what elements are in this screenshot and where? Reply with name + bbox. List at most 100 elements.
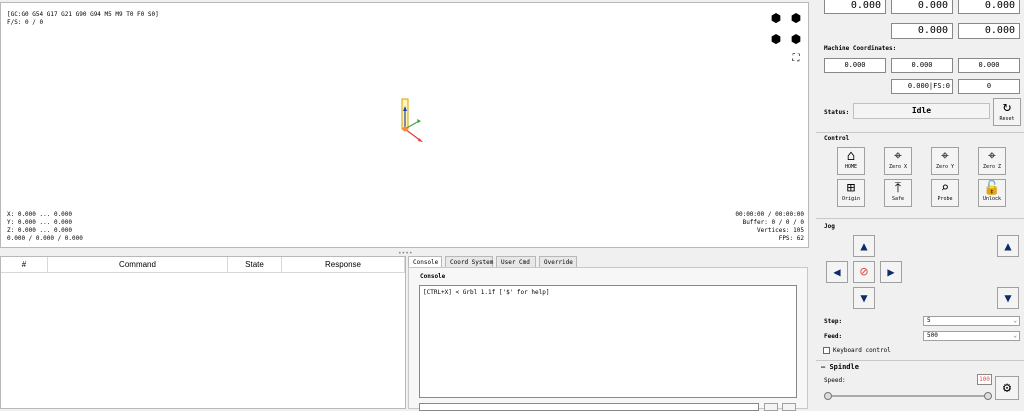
fs-label: FS:0 xyxy=(933,82,950,90)
step-select[interactable]: 5 ⌄ xyxy=(923,316,1020,326)
probe-button[interactable]: ⌕ Probe xyxy=(931,179,959,207)
y-range: Y: 0.000 ... 0.000 xyxy=(7,219,73,226)
tab-override[interactable]: Override xyxy=(539,256,577,267)
view-front-icon[interactable]: ⬢ xyxy=(789,11,803,25)
chevron-left-icon: ◀ xyxy=(833,265,841,279)
col-command[interactable]: Command xyxy=(48,257,228,273)
x-range: X: 0.000 ... 0.000 xyxy=(7,211,73,218)
machine-fs-field: 0.000|FS:0 xyxy=(891,79,953,94)
view-left-icon[interactable]: ⬢ xyxy=(769,32,783,46)
visualizer-status-text: [GC:G0 G54 G17 G21 G90 G94 M5 M9 T0 F0 S… xyxy=(7,11,159,27)
jog-y-minus-button[interactable]: ▼ xyxy=(853,287,875,309)
dropdown-arrow-icon: ⌄ xyxy=(1013,332,1017,339)
machine-coords-label: Machine Coordinates: xyxy=(824,45,897,52)
fps-line: FPS: 62 xyxy=(778,235,804,242)
unlock-icon: 🔓 xyxy=(983,180,1001,196)
unlock-button[interactable]: 🔓 Unlock xyxy=(978,179,1006,207)
gear-icon: ⚙ xyxy=(1002,380,1012,396)
fs-line: F/S: 0 / 0 xyxy=(7,19,44,26)
col-response[interactable]: Response xyxy=(282,257,405,273)
speed-value[interactable]: 100 xyxy=(977,374,992,385)
jog-title: Jog xyxy=(824,223,835,230)
splitter-handle[interactable]: •••• xyxy=(0,248,809,257)
tab-coord-system[interactable]: Coord System xyxy=(445,256,493,267)
step-value: 5 xyxy=(927,317,931,324)
size-line: 0.000 / 0.000 / 0.000 xyxy=(7,235,83,242)
vertices-line: Vertices: 105 xyxy=(757,227,804,234)
jog-stop-button[interactable]: ⊘ xyxy=(853,261,875,283)
jog-y-plus-button[interactable]: ▲ xyxy=(853,235,875,257)
col-number[interactable]: # xyxy=(1,257,48,273)
fs-value: 0.000 xyxy=(907,82,929,90)
origin-button[interactable]: ⊞ Origin xyxy=(837,179,865,207)
view-iso-icon[interactable]: ⬢ xyxy=(789,32,803,46)
control-title: Control xyxy=(824,135,850,142)
dropdown-arrow-icon: ⌄ xyxy=(1013,317,1017,324)
spindle-title: — Spindle xyxy=(821,363,859,371)
jog-z-plus-button[interactable]: ▲ xyxy=(997,235,1019,257)
stop-icon: ⊘ xyxy=(859,264,869,280)
speed-slider-track[interactable] xyxy=(826,395,992,397)
work-a-field[interactable]: 0.000 xyxy=(891,23,953,39)
chevron-right-icon: ▶ xyxy=(887,265,895,279)
safe-icon: ⤒ xyxy=(894,180,902,196)
tab-console[interactable]: Console xyxy=(408,256,442,267)
keyboard-control-checkbox[interactable] xyxy=(823,347,830,354)
probe-icon: ⌕ xyxy=(940,180,950,196)
visualizer-stats: 00:00:00 / 00:00:00 Buffer: 0 / 0 / 0 Ve… xyxy=(735,211,804,243)
program-table[interactable]: # Command State Response xyxy=(0,256,406,409)
status-label: Status: xyxy=(824,109,850,116)
speed-slider-handle[interactable] xyxy=(984,392,992,400)
z-range: Z: 0.000 ... 0.000 xyxy=(7,227,73,234)
chevron-down-icon: ▼ xyxy=(860,291,868,305)
gcode-visualizer[interactable]: [GC:G0 G54 G17 G21 G90 G94 M5 M9 T0 F0 S… xyxy=(0,2,809,248)
visualizer-bounds: X: 0.000 ... 0.000 Y: 0.000 ... 0.000 Z:… xyxy=(7,211,83,243)
feed-value: 500 xyxy=(927,332,938,339)
speed-label: Speed: xyxy=(824,377,846,384)
control-divider xyxy=(816,132,1024,133)
safe-button[interactable]: ⤒ Safe xyxy=(884,179,912,207)
spindle-toggle-button[interactable]: ⚙ xyxy=(995,376,1019,400)
fit-view-icon[interactable]: ⛶ xyxy=(789,52,803,66)
home-button[interactable]: ⌂ HOME xyxy=(837,147,865,175)
step-label: Step: xyxy=(824,318,843,325)
machine-z-field: 0.000 xyxy=(958,58,1020,73)
jog-x-minus-button[interactable]: ◀ xyxy=(826,261,848,283)
work-z-field[interactable]: 0.000 xyxy=(958,0,1020,14)
command-input[interactable] xyxy=(419,403,759,411)
tool-axes-icon xyxy=(401,98,423,142)
feed-label: Feed: xyxy=(824,333,843,340)
zero-x-button[interactable]: ⌖ Zero X xyxy=(884,147,912,175)
reset-button[interactable]: ↻ Reset xyxy=(993,98,1021,126)
zero-x-icon: ⌖ xyxy=(894,148,902,164)
home-icon: ⌂ xyxy=(846,148,856,164)
send-command-button[interactable] xyxy=(782,403,796,411)
chevron-up-icon: ▲ xyxy=(860,239,868,253)
view-top-icon[interactable]: ⬢ xyxy=(769,11,783,25)
origin-icon: ⊞ xyxy=(846,180,856,196)
col-state[interactable]: State xyxy=(228,257,282,273)
right-panel: 0.000 0.000 0.000 0.000 0.000 Machine Co… xyxy=(816,0,1024,409)
time-line: 00:00:00 / 00:00:00 xyxy=(735,211,804,218)
zero-y-button[interactable]: ⌖ Zero Y xyxy=(931,147,959,175)
jog-z-minus-button[interactable]: ▼ xyxy=(997,287,1019,309)
jog-x-plus-button[interactable]: ▶ xyxy=(880,261,902,283)
spindle-divider xyxy=(816,360,1024,361)
zero-z-button[interactable]: ⌖ Zero Z xyxy=(978,147,1006,175)
machine-last-field: 0 xyxy=(958,79,1020,94)
buffer-line: Buffer: 0 / 0 / 0 xyxy=(742,219,804,226)
tab-user-cmd[interactable]: User Cmd xyxy=(496,256,536,267)
jog-divider xyxy=(816,218,1024,219)
triangle-up-icon: ▲ xyxy=(1004,239,1012,253)
zero-z-icon: ⌖ xyxy=(988,148,996,164)
work-y-field[interactable]: 0.000 xyxy=(891,0,953,14)
console-line: [CTRL+X] < Grbl 1.1f ['$' for help] xyxy=(423,289,550,296)
machine-y-field: 0.000 xyxy=(891,58,953,73)
feed-select[interactable]: 500 ⌄ xyxy=(923,331,1020,341)
work-x-field[interactable]: 0.000 xyxy=(824,0,886,14)
gcode-state: [GC:G0 G54 G17 G21 G90 G94 M5 M9 T0 F0 S… xyxy=(7,11,159,18)
clear-console-button[interactable] xyxy=(764,403,778,411)
console-title: Console xyxy=(420,273,446,280)
console-output[interactable]: [CTRL+X] < Grbl 1.1f ['$' for help] xyxy=(419,285,797,398)
work-b-field[interactable]: 0.000 xyxy=(958,23,1020,39)
